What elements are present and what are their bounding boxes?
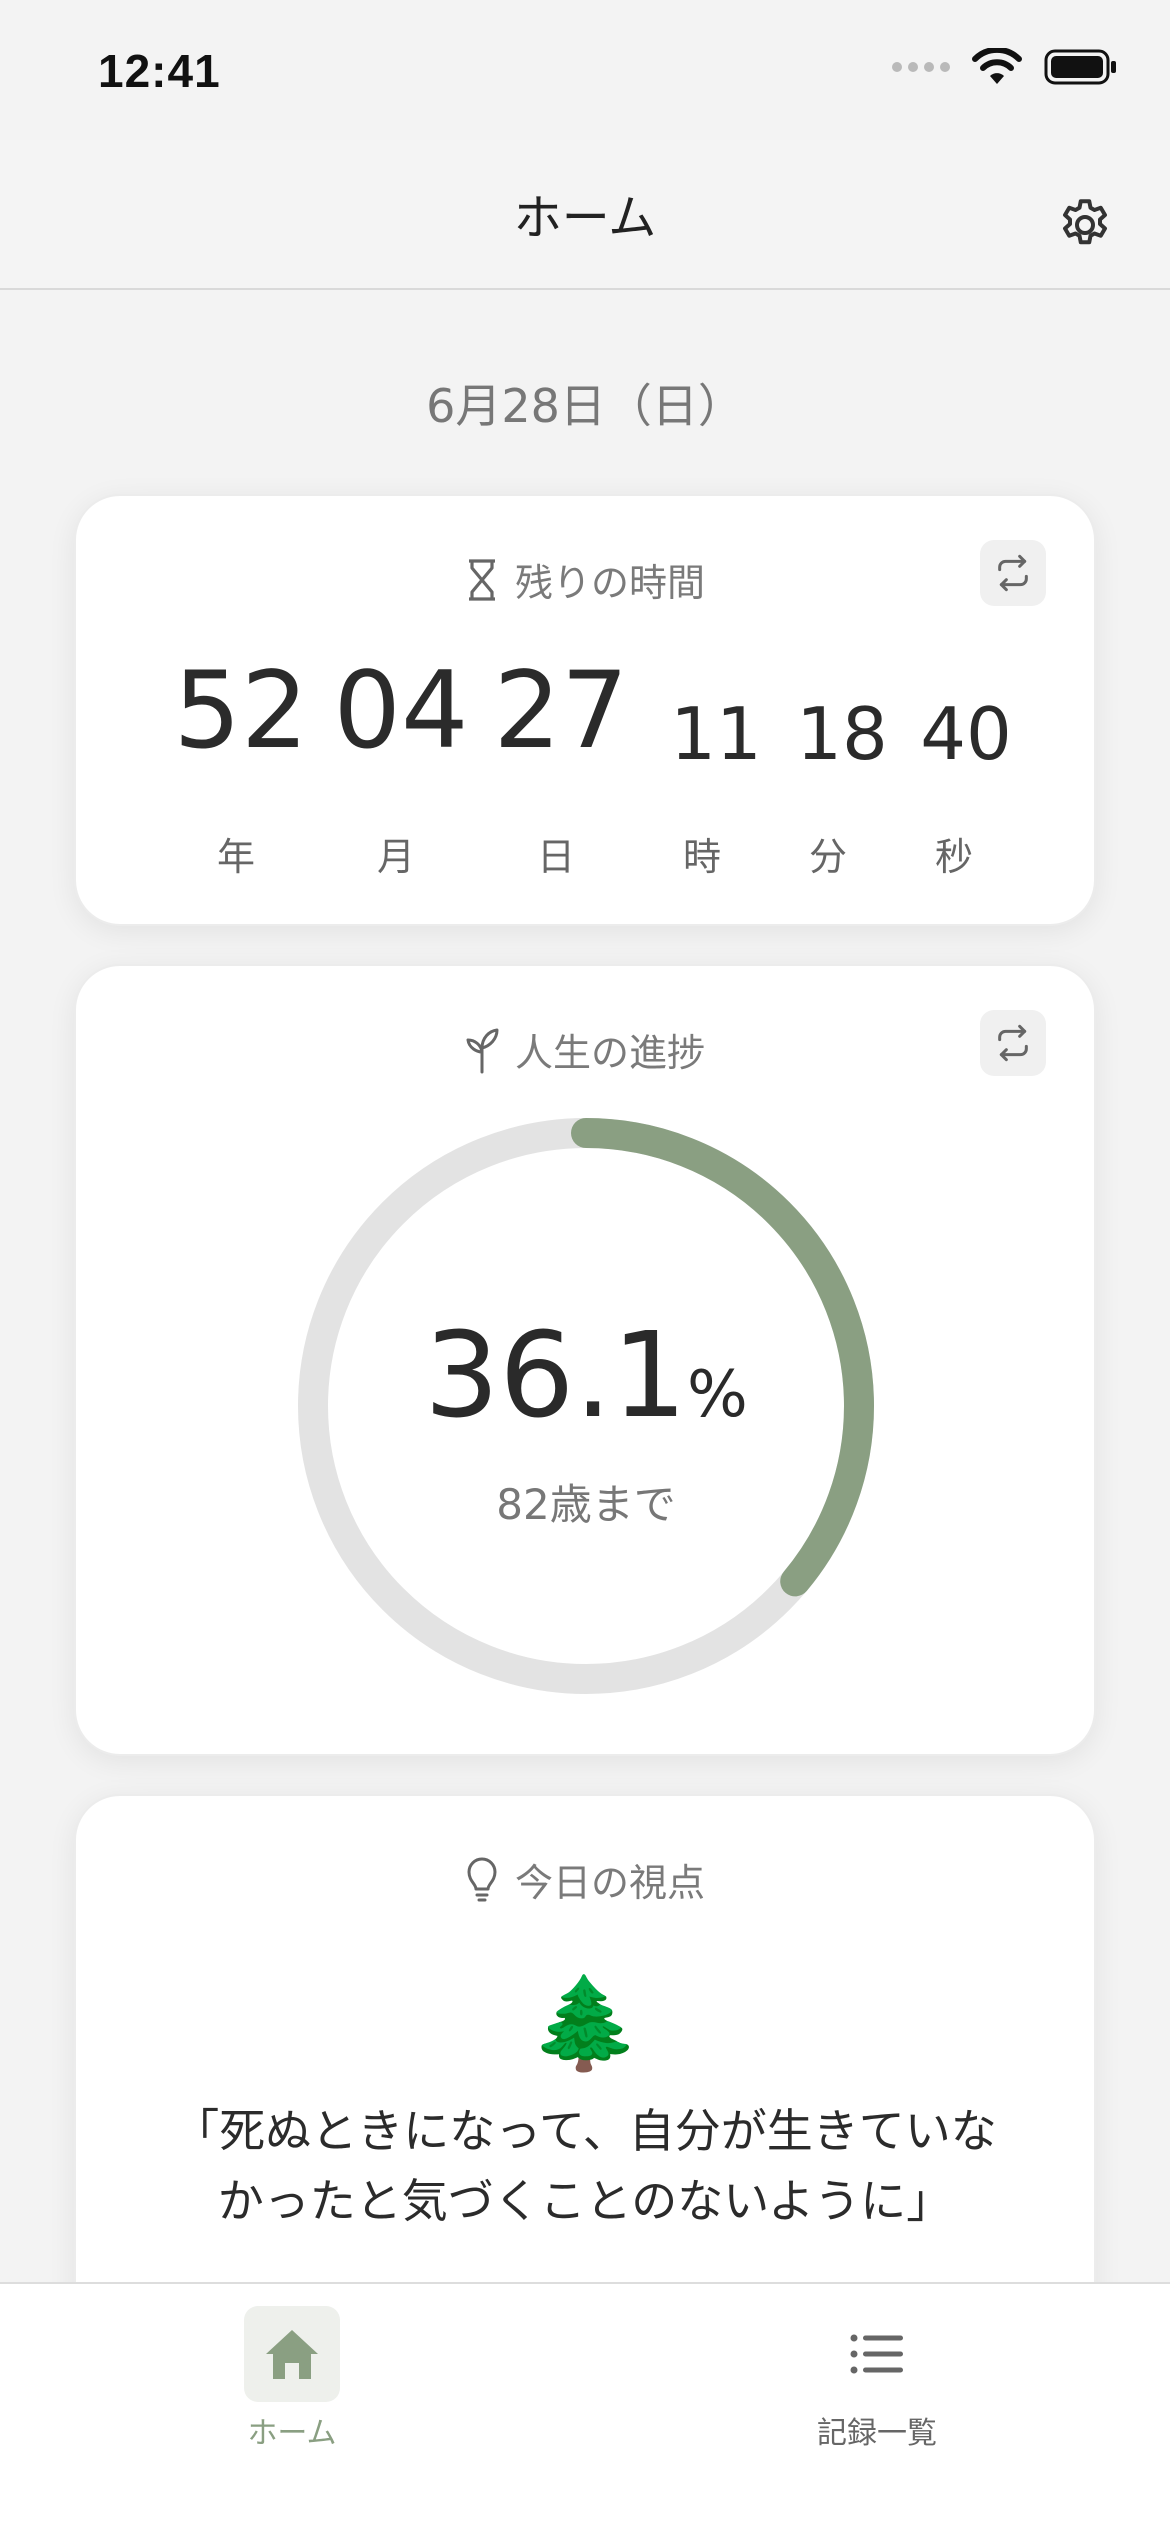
- years-value: 52: [173, 649, 309, 772]
- hours-unit: 時: [682, 835, 721, 879]
- quote-line-2: かったと気づくことのないように」: [217, 2174, 953, 2228]
- battery-icon: [1044, 49, 1116, 85]
- perspective-header: 今日の視点: [76, 1852, 1094, 1907]
- months-value: 04: [333, 649, 469, 772]
- tab-bar: ホーム 記録一覧: [0, 2282, 1170, 2534]
- years-unit: 年: [216, 835, 255, 879]
- date-label: 6月28日（日）: [426, 379, 744, 433]
- status-time: 12:41: [98, 45, 221, 97]
- progress-percentage: 36.1%: [296, 1306, 876, 1444]
- records-tab-icon-box: [829, 2306, 925, 2402]
- home-icon: [266, 2330, 318, 2379]
- page-title: ホーム: [513, 190, 657, 246]
- refresh-icon: [998, 1024, 1028, 1062]
- home-tab-icon-box: [244, 2306, 340, 2402]
- settings-button[interactable]: [1040, 180, 1130, 270]
- minutes-value: 18: [796, 692, 888, 776]
- status-bar: 12:41: [0, 0, 1170, 140]
- seconds-value: 40: [920, 692, 1012, 776]
- tree-icon: 🌲: [528, 1971, 642, 2076]
- life-progress-card: 人生の進捗 36.1% 82歳まで: [74, 964, 1096, 1756]
- lightbulb-icon: [467, 1857, 497, 1901]
- tab-home[interactable]: ホーム: [142, 2306, 442, 2466]
- wifi-icon: [972, 48, 1022, 84]
- hours-value: 11: [670, 692, 762, 776]
- age-until-label: 82歳まで: [496, 1480, 676, 1529]
- life-progress-title: 人生の進捗: [514, 1031, 705, 1075]
- tab-records-label: 記録一覧: [817, 2416, 937, 2451]
- seconds-unit: 秒: [934, 835, 973, 879]
- progress-refresh-button[interactable]: [980, 1010, 1046, 1076]
- status-icons: [892, 48, 1118, 86]
- minutes-unit: 分: [808, 835, 847, 879]
- progress-ring: 36.1% 82歳まで: [296, 1116, 876, 1696]
- list-icon: [850, 2334, 903, 2374]
- perspective-title: 今日の視点: [514, 1861, 705, 1905]
- tab-records[interactable]: 記録一覧: [727, 2306, 1027, 2466]
- days-value: 27: [493, 649, 629, 772]
- months-unit: 月: [376, 835, 415, 879]
- life-progress-header: 人生の進捗: [76, 1022, 1094, 1077]
- progress-percent-value: 36.1: [424, 1306, 687, 1444]
- remaining-time-card: 残りの時間 52 04 27 11 18 40 年 月 日 時 分 秒: [74, 494, 1096, 926]
- sprout-icon: [466, 1028, 499, 1073]
- gear-icon: [1063, 199, 1107, 245]
- quote-text: 「死ぬときになって、自分が生きていな かったと気づくことのないように」: [136, 2096, 1034, 2236]
- progress-percent-sign: %: [686, 1358, 748, 1432]
- countdown: 52 04 27 11 18 40 年 月 日 時 分 秒: [76, 496, 1098, 926]
- navigation-bar: ホーム: [0, 140, 1170, 290]
- days-unit: 日: [536, 835, 575, 879]
- cellular-signal-icon: [892, 62, 950, 72]
- quote-line-1: 「死ぬときになって、自分が生きていな: [173, 2104, 997, 2158]
- tab-home-label: ホーム: [247, 2416, 337, 2451]
